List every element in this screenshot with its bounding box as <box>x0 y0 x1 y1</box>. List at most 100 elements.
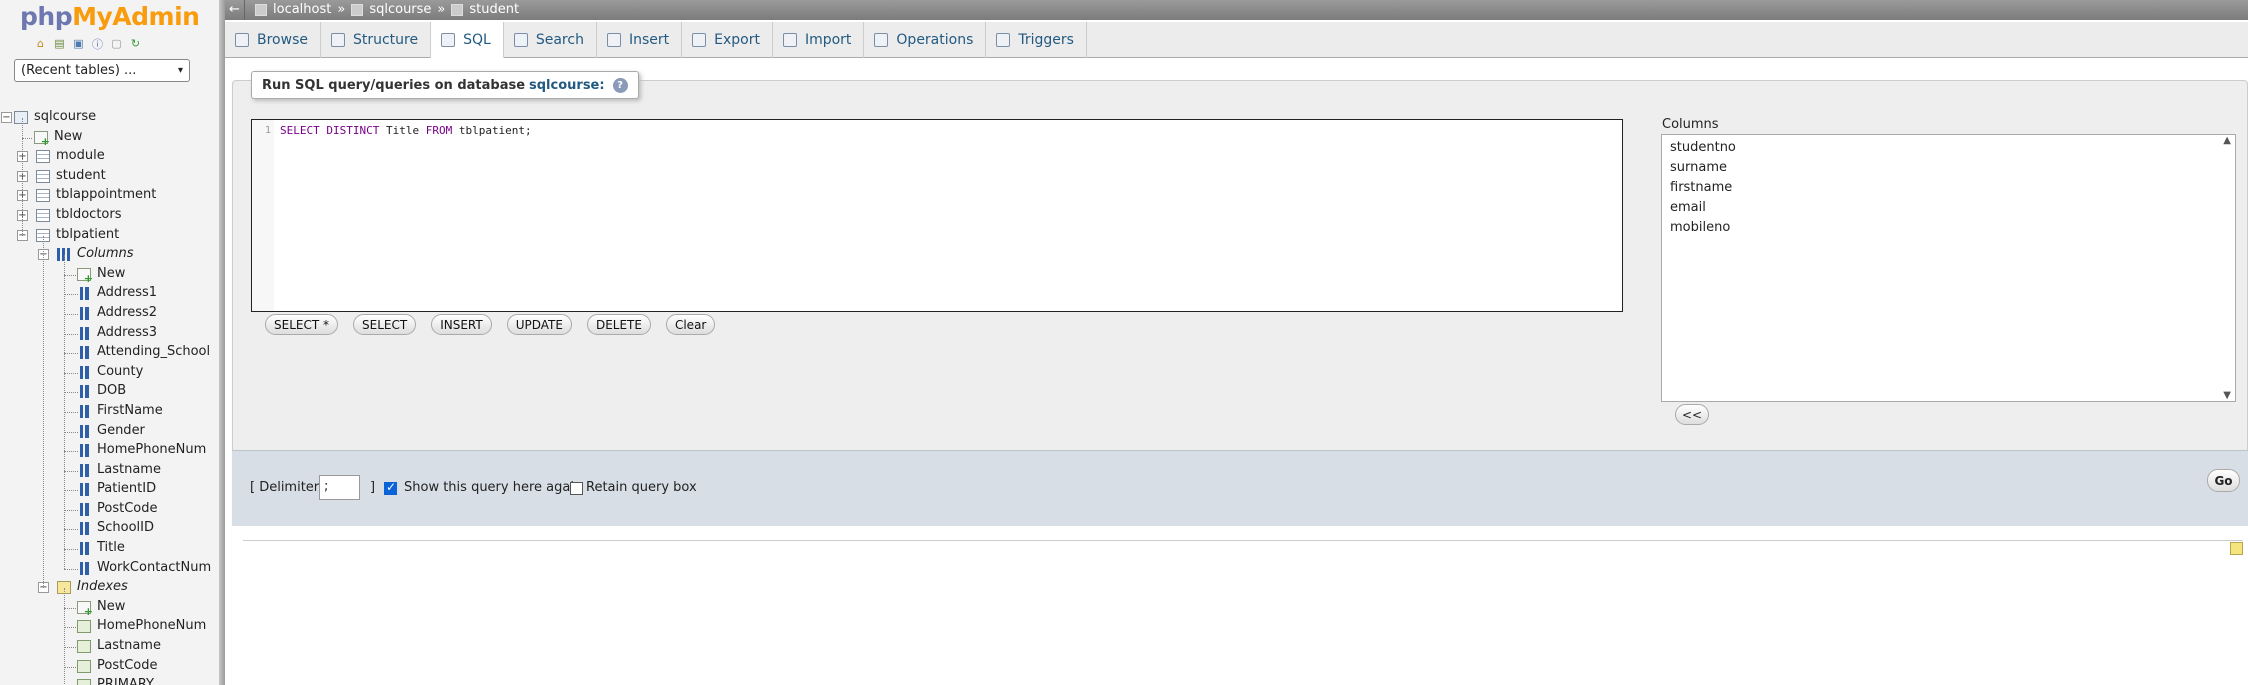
database-icon[interactable]: ▤ <box>53 37 66 50</box>
sql-editor[interactable]: 1 SELECT DISTINCT Title FROM tblpatient; <box>251 119 1623 312</box>
tree-column-postcode[interactable]: PostCode <box>0 500 218 520</box>
tree-column-gender-label: Gender <box>97 422 145 438</box>
tree-index-homephonenum[interactable]: HomePhoneNum <box>0 617 218 637</box>
retain-query-box-checkbox[interactable] <box>570 482 583 495</box>
sql-keyword: SELECT DISTINCT <box>280 124 380 137</box>
sidebar-nav-icons: ⌂ ▤ ▣ ⓘ ▢ ↻ <box>34 37 142 51</box>
tree-table-student[interactable]: + student <box>0 167 218 187</box>
delimiter-input[interactable]: ; <box>319 475 360 500</box>
breadcrumb-table[interactable]: student <box>469 2 519 17</box>
tree-table-tbldoctors[interactable]: + tbldoctors <box>0 206 218 226</box>
breadcrumb-separator: » <box>337 2 346 17</box>
go-button[interactable]: Go <box>2207 469 2240 492</box>
tree-connector <box>64 568 78 570</box>
tab-insert[interactable]: Insert <box>597 22 683 58</box>
tree-index-lastname-label: Lastname <box>97 638 161 654</box>
query-button-update[interactable]: UPDATE <box>506 314 572 335</box>
tab-structure[interactable]: Structure <box>321 22 432 58</box>
scroll-up-icon[interactable]: ▲ <box>2223 135 2231 146</box>
tree-db-new[interactable]: New <box>0 128 218 148</box>
tab-triggers[interactable]: Triggers <box>986 22 1087 58</box>
sql-code[interactable]: SELECT DISTINCT Title FROM tblpatient; <box>280 124 532 137</box>
tree-column-address3-label: Address3 <box>97 324 158 340</box>
tree-indexes-new[interactable]: New <box>0 598 218 618</box>
query-button-insert[interactable]: INSERT <box>431 314 492 335</box>
tree-table-tblpatient[interactable]: − tblpatient <box>0 226 218 246</box>
info-icon[interactable]: ⓘ <box>91 37 104 51</box>
retain-query-box-label[interactable]: Retain query box <box>586 480 697 495</box>
reload-icon[interactable]: ↻ <box>129 37 142 50</box>
columns-list-item[interactable]: mobileno <box>1670 220 1730 235</box>
column-icon <box>80 346 89 360</box>
tree-table-module[interactable]: + module <box>0 147 218 167</box>
tree-column-address3[interactable]: Address3 <box>0 324 218 344</box>
tree-column-dob[interactable]: DOB <box>0 382 218 402</box>
tree-column-county-label: County <box>97 363 144 379</box>
tree-database[interactable]: − sqlcourse <box>0 108 218 128</box>
docs-icon[interactable]: ▢ <box>110 37 123 50</box>
legend-database[interactable]: sqlcourse: <box>529 78 605 93</box>
tree-connector <box>22 137 32 139</box>
back-arrow-icon[interactable]: ← <box>225 0 245 20</box>
collapse-icon[interactable]: − <box>1 112 12 123</box>
query-button-clear[interactable]: Clear <box>665 314 716 335</box>
index-icon <box>77 640 91 654</box>
column-icon <box>80 542 89 556</box>
query-button-select[interactable]: SELECT <box>353 314 417 335</box>
tree-connector <box>64 451 78 453</box>
tree-indexes-group[interactable]: − Indexes <box>0 578 218 598</box>
tree-columns-new[interactable]: New <box>0 265 218 285</box>
query-button-select-star[interactable]: SELECT * <box>265 314 338 335</box>
tab-browse[interactable]: Browse <box>225 22 321 58</box>
tree-column-homephonenum[interactable]: HomePhoneNum <box>0 441 218 461</box>
breadcrumb-server[interactable]: localhost <box>273 2 331 17</box>
tree-table-tblappointment[interactable]: + tblappointment <box>0 186 218 206</box>
logo-php: php <box>20 2 73 31</box>
home-icon[interactable]: ⌂ <box>34 37 47 50</box>
tab-sql[interactable]: SQL <box>431 22 504 58</box>
columns-list-item[interactable]: surname <box>1670 160 1727 175</box>
tree-column-attending_school[interactable]: Attending_School <box>0 343 218 363</box>
tab-import[interactable]: Import <box>773 22 865 58</box>
tree-column-county[interactable]: County <box>0 363 218 383</box>
tree-column-address2[interactable]: Address2 <box>0 304 218 324</box>
tab-export[interactable]: Export <box>682 22 773 58</box>
tree-connector <box>64 313 78 315</box>
tree-column-lastname[interactable]: Lastname <box>0 461 218 481</box>
tree-column-address1[interactable]: Address1 <box>0 284 218 304</box>
columns-list-item[interactable]: firstname <box>1670 180 1732 195</box>
tab-search[interactable]: Search <box>504 22 597 58</box>
table-tabs: Browse Structure SQL Search Insert Export Impo… <box>225 22 2248 58</box>
tree-index-primary[interactable]: PRIMARY <box>0 676 218 685</box>
breadcrumb-database[interactable]: sqlcourse <box>369 2 431 17</box>
tree-column-schoolid[interactable]: SchoolID <box>0 519 218 539</box>
tree-column-firstname-label: FirstName <box>97 402 163 418</box>
tree-column-patientid[interactable]: PatientID <box>0 480 218 500</box>
show-query-again-checkbox[interactable] <box>384 480 397 495</box>
tree-column-title[interactable]: Title <box>0 539 218 559</box>
console-note-icon[interactable] <box>2230 542 2243 555</box>
tab-operations[interactable]: Operations <box>864 22 987 58</box>
query-button-delete[interactable]: DELETE <box>586 314 651 335</box>
help-icon[interactable]: ? <box>612 77 628 93</box>
tree-column-gender[interactable]: Gender <box>0 422 218 442</box>
columns-listbox[interactable]: ▲ ▼ studentno surname firstname email mobile… <box>1661 134 2236 402</box>
structure-icon <box>330 33 345 47</box>
tree-column-firstname[interactable]: FirstName <box>0 402 218 422</box>
tree-columns-group[interactable]: − Columns <box>0 245 218 265</box>
columns-list-item[interactable]: email <box>1670 200 1706 215</box>
recent-tables-select[interactable]: (Recent tables) ... ▾ <box>14 59 190 82</box>
tree-indexes-new-label: New <box>97 598 126 614</box>
columns-list-item[interactable]: studentno <box>1670 140 1736 155</box>
tree-index-lastname[interactable]: Lastname <box>0 637 218 657</box>
breadcrumb-bar: ← localhost » sqlcourse » student <box>225 0 2248 20</box>
sidebar-resize-handle[interactable] <box>219 0 225 685</box>
table-icon <box>451 3 464 16</box>
insert-column-button[interactable]: << <box>1675 404 1709 425</box>
scroll-down-icon[interactable]: ▼ <box>2223 390 2231 401</box>
sql-icon[interactable]: ▣ <box>72 37 85 50</box>
tree-column-workcontactnum[interactable]: WorkContactNum <box>0 559 218 579</box>
phpmyadmin-logo[interactable]: phpMyAdmin <box>20 2 200 31</box>
show-query-again-label[interactable]: Show this query here again <box>404 480 582 495</box>
tree-index-postcode[interactable]: PostCode <box>0 657 218 677</box>
